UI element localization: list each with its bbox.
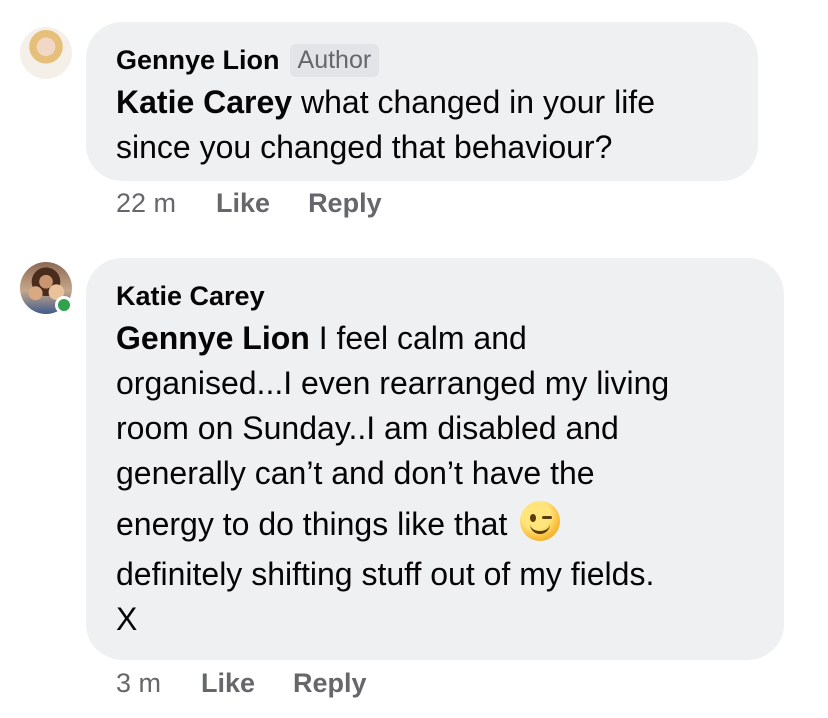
author-badge: Author (289, 43, 380, 77)
comment-timestamp[interactable]: 22 m (116, 188, 176, 219)
comment-line: definitely shifting stuff out of my fiel… (116, 556, 655, 592)
avatar-gennye-lion[interactable] (20, 27, 72, 79)
comment-line: generally can’t and don’t have the (116, 455, 595, 491)
comment-text-segment: I feel calm and (309, 320, 527, 356)
comment-header: Katie Carey (116, 276, 754, 316)
comment-line: Katie Carey what changed in your life (116, 80, 728, 125)
comment-text: Gennye Lion I feel calm and organised...… (116, 316, 754, 642)
comment-author-name[interactable]: Gennye Lion (116, 45, 280, 76)
comment-bubble: Katie Carey Gennye Lion I feel calm and … (86, 258, 784, 660)
comment-author-name[interactable]: Katie Carey (116, 281, 265, 312)
comment-bubble: Gennye Lion Author Katie Carey what chan… (86, 22, 758, 181)
comment-timestamp[interactable]: 3 m (116, 668, 161, 699)
comment-text-segment: what changed in your life (292, 84, 655, 120)
winking-face-icon (520, 501, 561, 541)
online-status-icon (55, 296, 73, 314)
like-button[interactable]: Like (216, 188, 270, 219)
comment-line: since you changed that behaviour? (116, 129, 613, 165)
mention-link[interactable]: Gennye Lion (116, 320, 310, 356)
comment-line: Gennye Lion I feel calm and (116, 316, 754, 361)
profile-photo-icon (20, 27, 72, 79)
comment-line: energy to do things like that (116, 496, 754, 552)
comment-line: room on Sunday..I am disabled and (116, 410, 619, 446)
mention-link[interactable]: Katie Carey (116, 84, 292, 120)
reply-button[interactable]: Reply (293, 668, 367, 699)
comment-meta: 22 m Like Reply (116, 188, 420, 219)
reply-button[interactable]: Reply (308, 188, 382, 219)
comment-line: organised...I even rearranged my living (116, 365, 670, 401)
comment-line: X (116, 601, 138, 637)
comment-header: Gennye Lion Author (116, 40, 728, 80)
like-button[interactable]: Like (201, 668, 255, 699)
comment-text-segment: energy to do things like that (116, 506, 508, 542)
comment-text: Katie Carey what changed in your life si… (116, 80, 728, 170)
comment-meta: 3 m Like Reply (116, 668, 405, 699)
avatar-katie-carey[interactable] (20, 262, 73, 314)
